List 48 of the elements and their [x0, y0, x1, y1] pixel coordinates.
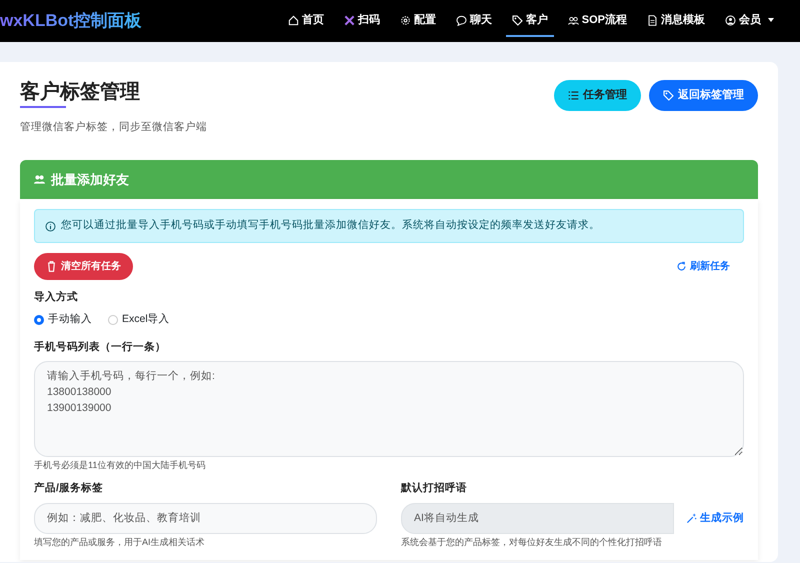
trash-icon	[46, 261, 57, 272]
radio-button[interactable]	[34, 314, 44, 325]
settings-icon	[400, 14, 411, 26]
tag-icon	[663, 90, 674, 101]
nav-link[interactable]: 聊天	[450, 4, 498, 38]
product-label: 产品/服务标签	[34, 480, 104, 496]
document-icon	[647, 14, 658, 26]
user-icon	[725, 14, 736, 26]
product-field[interactable]: 例如：减肥、化妆品、教育培训	[34, 502, 377, 534]
list-icon	[568, 90, 579, 101]
people-icon	[34, 174, 45, 185]
radio-option[interactable]: Excel导入	[108, 312, 170, 328]
nav-link[interactable]: 扫码	[338, 4, 386, 38]
phone-help-text: 手机号必须是11位有效的中国大陆手机号码	[34, 459, 206, 472]
greeting-field[interactable]: AI将自动生成	[401, 502, 674, 534]
refresh-link[interactable]: 刷新任务	[676, 259, 730, 274]
import-label: 导入方式	[34, 290, 79, 305]
clear-tasks-button[interactable]: 清空所有任务	[34, 253, 133, 280]
task-button[interactable]: 任务管理	[554, 80, 641, 110]
tag-icon	[512, 14, 523, 26]
nav-link[interactable]: 会员	[719, 4, 780, 38]
product-help-text: 填写您的产品或服务，用于AI生成相关话术	[34, 536, 206, 550]
nav-link[interactable]: 配置	[394, 4, 442, 38]
home-icon	[288, 14, 299, 26]
nav-link[interactable]: 首页	[282, 4, 330, 38]
people-icon	[568, 14, 579, 26]
info-icon	[45, 220, 56, 232]
title-underline	[20, 106, 66, 108]
radio-button[interactable]	[108, 314, 118, 325]
magic-wand-icon	[686, 512, 697, 524]
alert-text: 您可以通过批量导入手机号码或手动填写手机号码批量添加微信好友。系统将自动按设定的频率发送好友请求。	[61, 218, 600, 234]
phone-list-label: 手机号码列表（一行一条）	[34, 340, 167, 354]
page-subtitle: 管理微信客户标签，同步至微信客户端	[20, 120, 207, 135]
greeting-label: 默认打招呼语	[401, 480, 468, 496]
panel-title: 批量添加好友	[51, 170, 129, 189]
phone-list-field[interactable]: 请输入手机号码，每行一个，例如: 13800138000 13900139000	[34, 361, 744, 458]
nav-link[interactable]: SOP流程	[562, 4, 633, 38]
page-title: 客户标签管理	[20, 80, 141, 104]
radio-label: 手动输入	[48, 312, 92, 327]
greeting-help-text: 系统会基于您的产品标签，对每位好友生成不同的个性化打招呼语	[401, 536, 663, 550]
back-button[interactable]: 返回标签管理	[649, 80, 758, 110]
radio-option[interactable]: 手动输入	[34, 312, 92, 328]
refresh-icon	[676, 261, 687, 272]
generate-example-link[interactable]: 生成示例	[686, 510, 744, 526]
cross-icon	[344, 14, 355, 26]
chat-icon	[456, 14, 467, 26]
radio-label: Excel导入	[122, 312, 170, 327]
nav-link[interactable]: 消息模板	[641, 4, 711, 38]
